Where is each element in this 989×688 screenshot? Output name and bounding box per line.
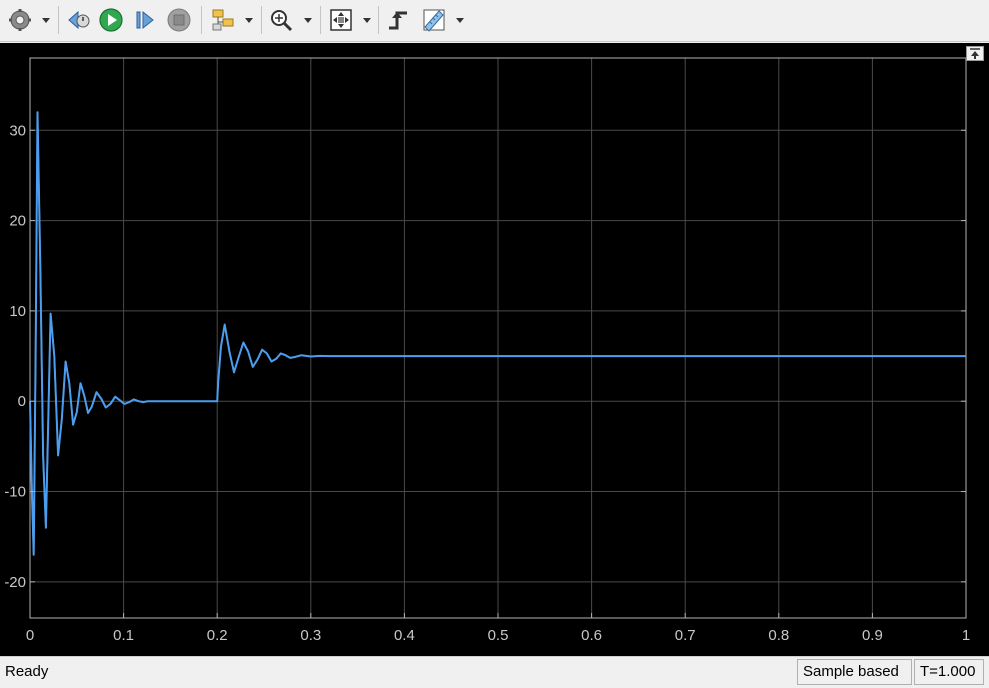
status-bar: Ready Sample based T=1.000 [0,656,989,688]
autoscale-icon [330,9,352,31]
settings-dropdown-arrow-icon[interactable] [42,18,50,24]
step-forward-button[interactable] [132,7,158,33]
highlight-block-button[interactable] [210,7,236,33]
zoom-button[interactable] [268,7,294,33]
stop-icon [167,8,191,32]
trigger-button[interactable] [386,7,412,33]
x-tick-label: 0.3 [300,627,321,644]
zoom-in-icon [271,10,293,32]
scope-plot: 0 0.1 0.2 0.3 0.4 0.5 0.6 0.7 0.8 0.9 1 -20 -10 0 10 2… [4,57,970,644]
sample-mode-indicator: Sample based [797,659,912,685]
play-icon [99,8,123,32]
toolbar-separator [378,6,379,34]
x-tick-label: 0.4 [394,627,415,644]
y-tick-label: 0 [18,393,26,410]
stop-button[interactable] [166,7,192,33]
step-back-button[interactable] [66,7,92,33]
x-tick-label: 0.9 [862,627,883,644]
y-tick-label: 10 [9,303,26,320]
undock-icon [970,48,980,59]
autoscale-button[interactable] [328,7,354,33]
undock-button[interactable] [966,46,984,61]
x-tick-label: 0.5 [488,627,509,644]
zoom-dropdown-arrow-icon[interactable] [304,18,312,24]
highlight-block-icon [212,9,234,31]
toolbar-separator [201,6,202,34]
x-tick-label: 0.7 [675,627,696,644]
status-text: Ready [5,663,49,680]
x-tick-label: 0.8 [768,627,789,644]
measurements-button[interactable] [421,7,447,33]
toolbar-separator [58,6,59,34]
x-tick-label: 0.2 [207,627,228,644]
highlight-dropdown-arrow-icon[interactable] [245,18,253,24]
step-back-icon [68,10,90,30]
gear-icon [9,9,31,31]
x-tick-label: 0.1 [113,627,134,644]
step-forward-icon [136,10,154,30]
measurements-dropdown-arrow-icon[interactable] [456,18,464,24]
y-tick-label: -10 [4,484,26,501]
y-tick-label: -20 [4,574,26,591]
settings-button[interactable] [7,7,33,33]
toolbar-separator [320,6,321,34]
ruler-icon [423,9,445,32]
x-tick-label: 0 [26,627,34,644]
scope-display: 0 0.1 0.2 0.3 0.4 0.5 0.6 0.7 0.8 0.9 1 -20 -10 0 10 2… [0,43,989,656]
trigger-icon [389,11,407,30]
x-tick-label: 0.6 [581,627,602,644]
x-tick-label: 1 [962,627,970,644]
autoscale-dropdown-arrow-icon[interactable] [363,18,371,24]
y-tick-label: 20 [9,213,26,230]
y-tick-label: 30 [9,122,26,139]
grid-lines [29,58,967,618]
toolbar-separator [261,6,262,34]
toolbar [0,0,989,42]
run-button[interactable] [98,7,124,33]
sim-time-indicator: T=1.000 [914,659,984,685]
